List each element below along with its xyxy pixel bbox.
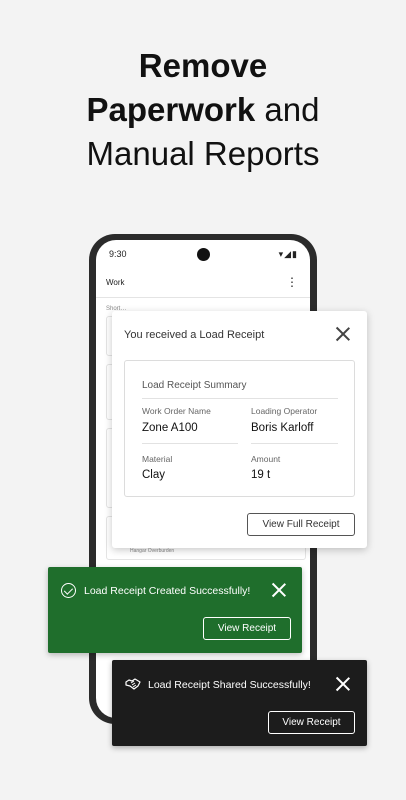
headline: Remove Paperwork and Manual Reports — [0, 44, 406, 176]
receipt-summary-card: Load Receipt Summary Work Order Name Zon… — [124, 360, 355, 497]
loading-operator-value: Boris Karloff — [251, 422, 314, 434]
divider — [142, 443, 238, 444]
view-full-receipt-button[interactable]: View Full Receipt — [247, 513, 355, 536]
loading-operator-label: Loading Operator — [251, 406, 318, 416]
divider — [251, 443, 338, 444]
toast-message: Load Receipt Shared Successfully! — [148, 679, 311, 691]
status-bar: 9:30 ▾◢▮ — [96, 240, 310, 268]
headline-line-2: Paperwork and — [0, 88, 406, 132]
headline-line-3: Manual Reports — [86, 135, 320, 172]
close-icon[interactable] — [335, 326, 351, 342]
headline-line-2-rest: and — [255, 91, 320, 128]
receipt-shared-toast: Load Receipt Shared Successfully! View R… — [112, 660, 367, 746]
material-label: Material — [142, 454, 173, 464]
app-bar: Work ⋮ — [96, 268, 310, 298]
view-receipt-button[interactable]: View Receipt — [268, 711, 355, 734]
app-title: Work — [106, 278, 125, 287]
close-icon[interactable] — [271, 582, 287, 598]
divider — [142, 398, 338, 399]
work-order-value: Zone A100 — [142, 422, 198, 434]
material-value: Clay — [142, 469, 166, 481]
view-receipt-button[interactable]: View Receipt — [203, 617, 291, 640]
handshake-icon — [125, 678, 141, 690]
summary-title: Load Receipt Summary — [142, 380, 247, 391]
close-icon[interactable] — [335, 676, 351, 692]
camera-cutout — [197, 248, 210, 261]
toast-message: Load Receipt Created Successfully! — [84, 585, 251, 597]
work-order-label: Work Order Name — [142, 406, 211, 416]
headline-line-2-bold: Paperwork — [86, 91, 256, 128]
signal-battery-icon: ▾◢▮ — [278, 249, 298, 259]
status-time: 9:30 — [109, 249, 127, 259]
receipt-created-toast: Load Receipt Created Successfully! View … — [48, 567, 302, 653]
amount-value: 19 t — [251, 469, 271, 481]
load-receipt-dialog: You received a Load Receipt Load Receipt… — [112, 311, 367, 548]
amount-label: Amount — [251, 454, 281, 464]
list-item-text: Hangar Overburden — [130, 548, 175, 554]
dialog-title: You received a Load Receipt — [124, 329, 265, 341]
check-circle-icon — [61, 583, 76, 598]
more-options-icon[interactable]: ⋮ — [286, 275, 298, 289]
headline-line-1: Remove — [138, 47, 268, 84]
